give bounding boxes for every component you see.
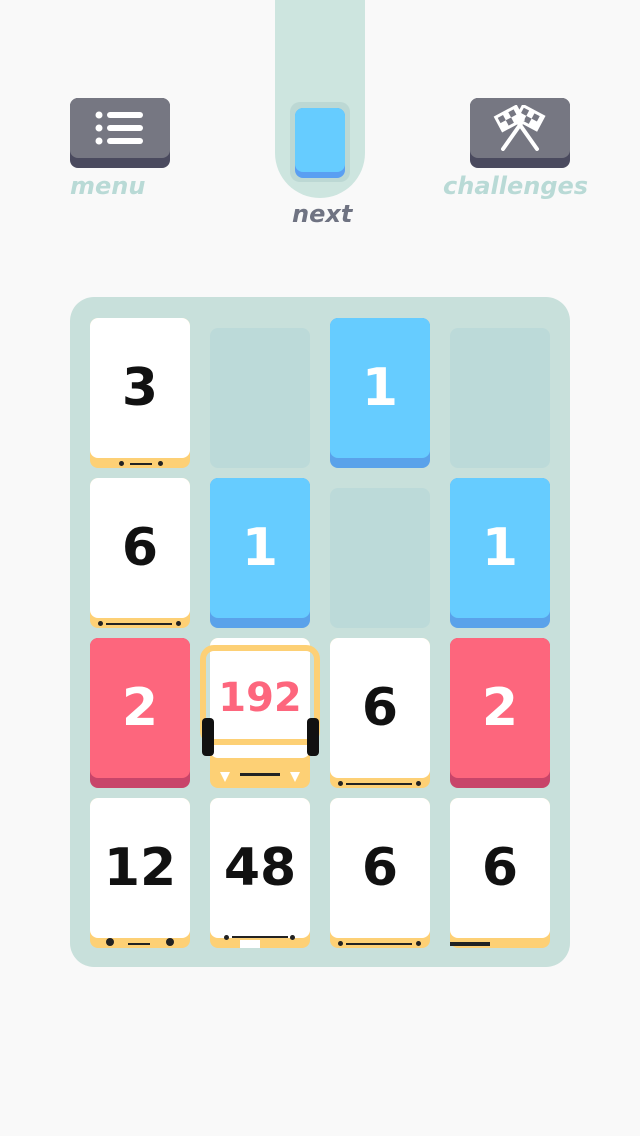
highlight-ear-left bbox=[202, 718, 214, 756]
tile[interactable]: 6 bbox=[90, 478, 190, 628]
menu-label: menu bbox=[70, 172, 146, 200]
tile-value: 1 bbox=[361, 358, 399, 418]
list-icon bbox=[95, 111, 143, 145]
next-card bbox=[295, 108, 345, 178]
tile-value: 6 bbox=[361, 838, 399, 898]
crossed-flags-icon bbox=[493, 105, 546, 151]
tile[interactable]: 48 bbox=[210, 798, 310, 948]
tile[interactable]: 2 bbox=[90, 638, 190, 788]
tile[interactable]: 1 bbox=[330, 318, 430, 468]
tile[interactable]: 6 bbox=[330, 638, 430, 788]
tile-value: 2 bbox=[121, 678, 159, 738]
tile-value: 6 bbox=[361, 678, 399, 738]
challenges-label: challenges bbox=[443, 172, 589, 200]
next-label: next bbox=[292, 200, 353, 228]
empty-slot bbox=[330, 488, 430, 628]
tile-value: 12 bbox=[103, 838, 177, 898]
highlight-frame bbox=[200, 645, 320, 745]
challenges-button[interactable] bbox=[470, 98, 570, 168]
empty-slot bbox=[210, 328, 310, 468]
tile[interactable]: 1 bbox=[450, 478, 550, 628]
tile[interactable]: 12 bbox=[90, 798, 190, 948]
tile-value: 1 bbox=[481, 518, 519, 578]
tile-value: 48 bbox=[223, 838, 297, 898]
tile-value: 1 bbox=[241, 518, 279, 578]
highlight-ear-right bbox=[307, 718, 319, 756]
tile[interactable]: 6 bbox=[330, 798, 430, 948]
empty-slot bbox=[450, 328, 550, 468]
tile[interactable]: 1 bbox=[210, 478, 310, 628]
tile-value: 2 bbox=[481, 678, 519, 738]
tile-value: 6 bbox=[121, 518, 159, 578]
tile-value: 6 bbox=[481, 838, 519, 898]
tile[interactable]: 3 bbox=[90, 318, 190, 468]
tile-value: 3 bbox=[121, 358, 159, 418]
tile[interactable]: 6 bbox=[450, 798, 550, 948]
tile[interactable]: 2 bbox=[450, 638, 550, 788]
menu-button[interactable] bbox=[70, 98, 170, 168]
